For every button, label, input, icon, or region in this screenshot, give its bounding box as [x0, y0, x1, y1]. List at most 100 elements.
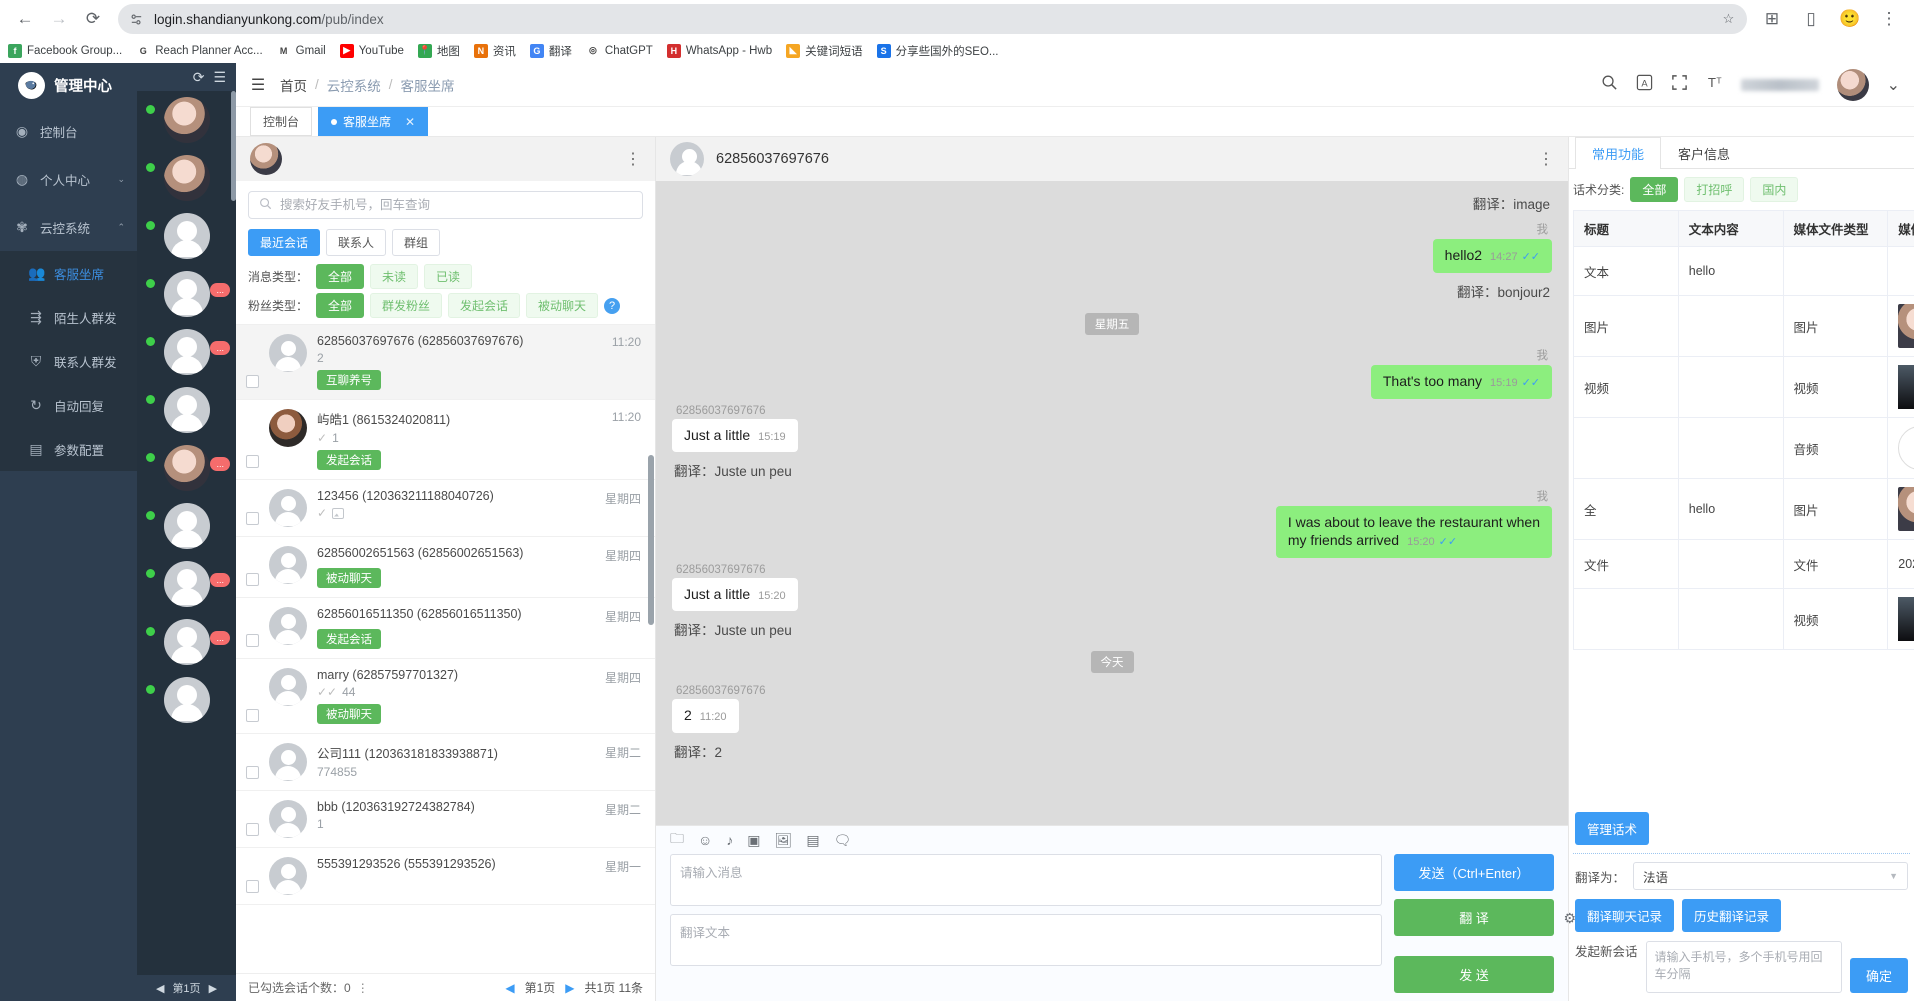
- bookmark-item[interactable]: N资讯: [474, 43, 516, 59]
- more-vertical-icon[interactable]: ⋮: [357, 981, 370, 995]
- video-icon[interactable]: ▣: [747, 832, 760, 849]
- table-row[interactable]: 视频视频▶: [1574, 357, 1914, 418]
- account-item[interactable]: [137, 149, 236, 207]
- conversation-item[interactable]: 62856016511350 (62856016511350)发起会话星期四: [236, 598, 655, 659]
- account-item[interactable]: [137, 381, 236, 439]
- table-row[interactable]: 全hello图片: [1574, 479, 1914, 540]
- extensions-icon[interactable]: ⊞: [1757, 4, 1787, 34]
- fan-filter-1[interactable]: 群发粉丝: [370, 293, 442, 318]
- conversation-item[interactable]: 62856037697676 (62856037697676)2互聊养号11:2…: [236, 325, 655, 400]
- script-table-wrap[interactable]: 标题文本内容媒体文件类型媒体文件 文本hello图片图片视频视频▶音频▶全hel…: [1569, 210, 1914, 804]
- search-input[interactable]: [280, 198, 632, 212]
- fan-filter-2[interactable]: 发起会话: [448, 293, 520, 318]
- more-vertical-icon[interactable]: ⋮: [625, 149, 641, 169]
- bookmark-item[interactable]: GReach Planner Acc...: [136, 44, 262, 58]
- segment-2[interactable]: 群组: [392, 229, 440, 256]
- folder-icon[interactable]: 🗀: [670, 828, 684, 852]
- translation-input[interactable]: [670, 914, 1382, 966]
- gear-icon[interactable]: ⚙: [1563, 910, 1576, 927]
- conversation-checkbox[interactable]: [246, 880, 259, 893]
- conversation-item[interactable]: 公司111 (120363181833938871)774855星期二: [236, 734, 655, 791]
- card-icon[interactable]: ▤: [806, 832, 819, 849]
- site-settings-icon[interactable]: [128, 11, 145, 28]
- account-item[interactable]: [137, 207, 236, 265]
- current-account-avatar[interactable]: [250, 143, 282, 175]
- send-translated-button[interactable]: 发 送: [1394, 956, 1554, 993]
- sidebar-subitem-4[interactable]: ▤参数配置: [0, 427, 137, 471]
- conversation-item[interactable]: 屿皓1 (8615324020811)✓1发起会话11:20: [236, 400, 655, 480]
- account-next-button[interactable]: ▶: [209, 982, 217, 995]
- avatar[interactable]: [1837, 69, 1869, 101]
- font-size-icon[interactable]: TT: [1706, 74, 1723, 96]
- close-icon[interactable]: ✕: [405, 115, 415, 129]
- account-item[interactable]: ...: [137, 555, 236, 613]
- back-button[interactable]: ←: [10, 4, 40, 34]
- table-row[interactable]: 音频▶: [1574, 418, 1914, 479]
- translation-history-button[interactable]: 历史翻译记录: [1682, 899, 1781, 932]
- fullscreen-icon[interactable]: [1671, 74, 1688, 96]
- conversation-checkbox[interactable]: [246, 823, 259, 836]
- breadcrumb-mid[interactable]: 云控系统: [327, 75, 381, 95]
- bookmark-star-icon[interactable]: ☆: [1720, 11, 1737, 28]
- script-filter-1[interactable]: 打招呼: [1684, 177, 1744, 202]
- account-item[interactable]: ...: [137, 439, 236, 497]
- message-bubble[interactable]: hello214:27✓✓: [1433, 239, 1552, 273]
- reload-button[interactable]: ⟳: [78, 4, 108, 34]
- translate-language-select[interactable]: 法语 ▼: [1633, 862, 1908, 890]
- more-vertical-icon[interactable]: ⋮: [1538, 149, 1554, 169]
- image-icon[interactable]: 🖼: [775, 832, 793, 849]
- bookmark-item[interactable]: HWhatsApp - Hwb: [667, 44, 772, 58]
- sidebar-subitem-2[interactable]: ⛨联系人群发: [0, 339, 137, 383]
- music-icon[interactable]: ♪: [726, 832, 733, 848]
- refresh-icon[interactable]: ⟳: [193, 69, 205, 86]
- right-tab-0[interactable]: 常用功能: [1575, 137, 1661, 169]
- list-menu-icon[interactable]: ☰: [213, 69, 226, 86]
- table-row[interactable]: 文件文件202209: [1574, 540, 1914, 589]
- emoji-icon[interactable]: ☺: [698, 832, 712, 848]
- bookmark-item[interactable]: ▶YouTube: [340, 44, 404, 58]
- message-filter-2[interactable]: 已读: [424, 264, 472, 289]
- message-bubble[interactable]: That's too many15:19✓✓: [1371, 365, 1552, 399]
- message-filter-1[interactable]: 未读: [370, 264, 418, 289]
- forward-button[interactable]: →: [44, 4, 74, 34]
- message-input[interactable]: [670, 854, 1382, 906]
- bookmark-item[interactable]: G翻译: [530, 43, 572, 59]
- account-item[interactable]: ...: [137, 323, 236, 381]
- send-button[interactable]: 发送（Ctrl+Enter）: [1394, 854, 1554, 891]
- conversation-checkbox[interactable]: [246, 766, 259, 779]
- help-icon[interactable]: ?: [604, 298, 620, 314]
- breadcrumb-home[interactable]: 首页: [280, 75, 307, 95]
- bookmark-item[interactable]: 📍地图: [418, 43, 460, 59]
- conversation-checkbox[interactable]: [246, 709, 259, 722]
- segment-0[interactable]: 最近会话: [248, 229, 320, 256]
- account-item[interactable]: ...: [137, 265, 236, 323]
- chevron-down-icon[interactable]: ⌄: [1887, 75, 1900, 95]
- account-item[interactable]: [137, 497, 236, 555]
- sidebar-subitem-3[interactable]: ↻自动回复: [0, 383, 137, 427]
- account-item[interactable]: [137, 671, 236, 729]
- confirm-button[interactable]: 确定: [1850, 958, 1908, 993]
- workspace-tab-0[interactable]: 控制台: [250, 107, 312, 136]
- profile-icon[interactable]: 🙂: [1835, 4, 1865, 34]
- fan-filter-3[interactable]: 被动聊天: [526, 293, 598, 318]
- fan-filter-0[interactable]: 全部: [316, 293, 364, 318]
- table-row[interactable]: 视频▶: [1574, 589, 1914, 650]
- search-box[interactable]: [248, 191, 643, 219]
- conversation-item[interactable]: 555391293526 (555391293526)星期一: [236, 848, 655, 905]
- conversation-item[interactable]: bbb (120363192724382784)1星期二: [236, 791, 655, 848]
- message-filter-0[interactable]: 全部: [316, 264, 364, 289]
- browser-menu-icon[interactable]: ⋮: [1874, 4, 1904, 34]
- conversation-checkbox[interactable]: [246, 634, 259, 647]
- translate-button[interactable]: 翻 译: [1394, 899, 1554, 936]
- side-panel-icon[interactable]: ▯: [1796, 4, 1826, 34]
- account-item[interactable]: ...: [137, 613, 236, 671]
- account-item[interactable]: [137, 91, 236, 149]
- message-bubble[interactable]: Just a little15:19: [672, 419, 798, 453]
- sidebar-subitem-0[interactable]: 👥客服坐席: [0, 251, 137, 295]
- workspace-tab-1[interactable]: 客服坐席✕: [318, 107, 428, 136]
- conversation-checkbox[interactable]: [246, 512, 259, 525]
- conversation-list[interactable]: 62856037697676 (62856037697676)2互聊养号11:2…: [236, 324, 655, 973]
- message-bubble[interactable]: 211:20: [672, 699, 739, 733]
- conversation-checkbox[interactable]: [246, 375, 259, 388]
- account-list[interactable]: ...............: [137, 91, 236, 975]
